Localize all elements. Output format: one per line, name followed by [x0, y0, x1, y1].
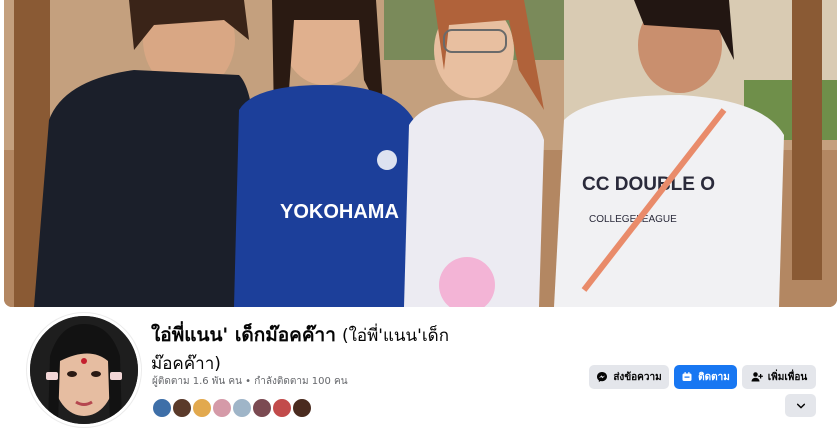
friend-avatar[interactable]	[171, 397, 193, 419]
cover-photo[interactable]: YOKOHAMA CC DOUBLE O COLLEGELEAGUE	[4, 0, 837, 307]
friend-avatar[interactable]	[151, 397, 173, 419]
friend-avatar[interactable]	[211, 397, 233, 419]
profile-alternate-name: (ใอ่พี่'แนน'เด็ก	[341, 326, 449, 346]
add-friend-button-label: เพิ่มเพื่อน	[767, 371, 808, 383]
follow-icon	[682, 372, 692, 381]
add-friend-button[interactable]: เพิ่มเพื่อน	[742, 365, 816, 389]
friend-avatar[interactable]	[191, 397, 213, 419]
follow-button[interactable]: ติดตาม	[674, 365, 737, 389]
svg-text:YOKOHAMA: YOKOHAMA	[280, 201, 399, 223]
friend-avatar[interactable]	[291, 397, 313, 419]
messenger-icon	[597, 372, 608, 382]
add-friend-icon	[751, 372, 763, 382]
profile-name: ใอ่พี่แนน' เด็กม๊อคค๊าา	[151, 324, 336, 346]
profile-name-block: ใอ่พี่แนน' เด็กม๊อคค๊าา (ใอ่พี่'แนน'เด็ก…	[151, 322, 571, 378]
more-options-button[interactable]	[785, 394, 816, 417]
message-button-label: ส่งข้อความ	[613, 371, 662, 383]
profile-alternate-name-continued: ม๊อคค๊าา)	[151, 354, 221, 374]
friend-avatar[interactable]	[231, 397, 253, 419]
chevron-down-icon	[796, 403, 805, 408]
follow-button-label: ติดตาม	[698, 371, 730, 383]
cover-photo-image: YOKOHAMA CC DOUBLE O COLLEGELEAGUE	[4, 0, 837, 307]
profile-avatar-image	[30, 316, 138, 424]
friend-avatar[interactable]	[251, 397, 273, 419]
svg-text:CC DOUBLE O: CC DOUBLE O	[582, 174, 715, 195]
friend-avatar[interactable]	[271, 397, 293, 419]
message-button[interactable]: ส่งข้อความ	[589, 365, 669, 389]
follow-stats[interactable]: ผู้ติดตาม 1.6 พัน คน • กำลังติดตาม 100 ค…	[152, 374, 348, 389]
profile-avatar[interactable]	[27, 313, 141, 427]
